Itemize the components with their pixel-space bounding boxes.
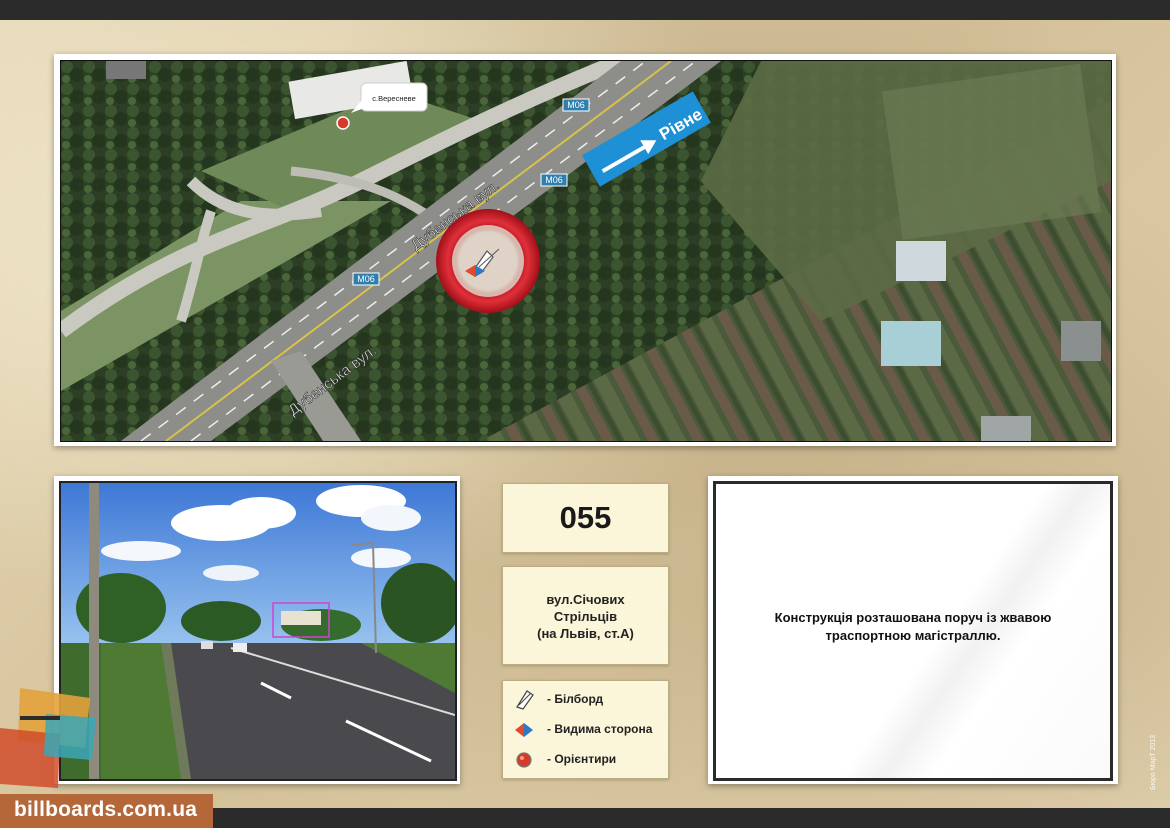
svg-text:М06: М06: [545, 175, 563, 185]
address-line-2: Стрільців: [553, 609, 618, 624]
board-code-card: 055: [502, 483, 669, 553]
description-line-1: Конструкція розташована поруч із жвавою: [774, 610, 1052, 625]
logo-graphic-icon: [0, 688, 96, 788]
photo-svg: [61, 483, 455, 779]
legend-label: - Білборд: [547, 692, 604, 706]
satellite-map[interactable]: с.Вересневе М06 М06 М06 Дубенська вул. Д…: [60, 60, 1112, 442]
landmark-icon: [513, 749, 535, 771]
description-box: Конструкція розташована поруч із жвавою …: [713, 481, 1113, 781]
legend-item-billboard: - Білборд: [513, 689, 663, 711]
legend-item-visible-side: - Видима сторона: [513, 719, 663, 741]
map-svg: с.Вересневе М06 М06 М06 Дубенська вул. Д…: [61, 61, 1111, 441]
svg-text:М06: М06: [567, 100, 585, 110]
description-panel: Конструкція розташована поруч із жвавою …: [708, 476, 1118, 784]
legend-card: - Білборд - Видима сторона - Орієнтири: [502, 680, 669, 779]
highway-badge: М06: [352, 272, 380, 286]
top-bar: [0, 0, 1170, 20]
description-text: Конструкція розташована поруч із жвавою …: [736, 609, 1090, 645]
legend-label: - Видима сторона: [547, 722, 653, 736]
village-label: с.Вересневе: [372, 94, 415, 103]
svg-text:М06: М06: [357, 274, 375, 284]
site-logo[interactable]: billboards.com.ua: [14, 798, 197, 822]
address-line-3: (на Львів, ст.А): [537, 626, 634, 641]
landmark-marker: [336, 116, 350, 130]
address-text: вул.Січових Стрільців (на Львів, ст.А): [507, 591, 664, 642]
legend-item-landmark: - Орієнтири: [513, 749, 663, 771]
visible-side-icon: [513, 719, 535, 741]
legend-label: - Орієнтири: [547, 752, 617, 766]
credit-text: Бюро МарТ 2013: [1150, 734, 1157, 790]
description-line-2: траспортною магістраллю.: [825, 628, 1001, 643]
highway-badge: М06: [540, 173, 568, 187]
address-line-1: вул.Січових: [546, 592, 625, 607]
board-code: 055: [559, 500, 612, 535]
highway-badge: М06: [562, 98, 590, 112]
address-card: вул.Січових Стрільців (на Львів, ст.А): [502, 566, 669, 665]
photo-panel: [54, 476, 460, 784]
billboard-icon: [513, 689, 535, 711]
map-panel: с.Вересневе М06 М06 М06 Дубенська вул. Д…: [54, 54, 1116, 446]
billboard-photo[interactable]: [59, 481, 457, 781]
billboard-location-marker[interactable]: [436, 209, 540, 313]
